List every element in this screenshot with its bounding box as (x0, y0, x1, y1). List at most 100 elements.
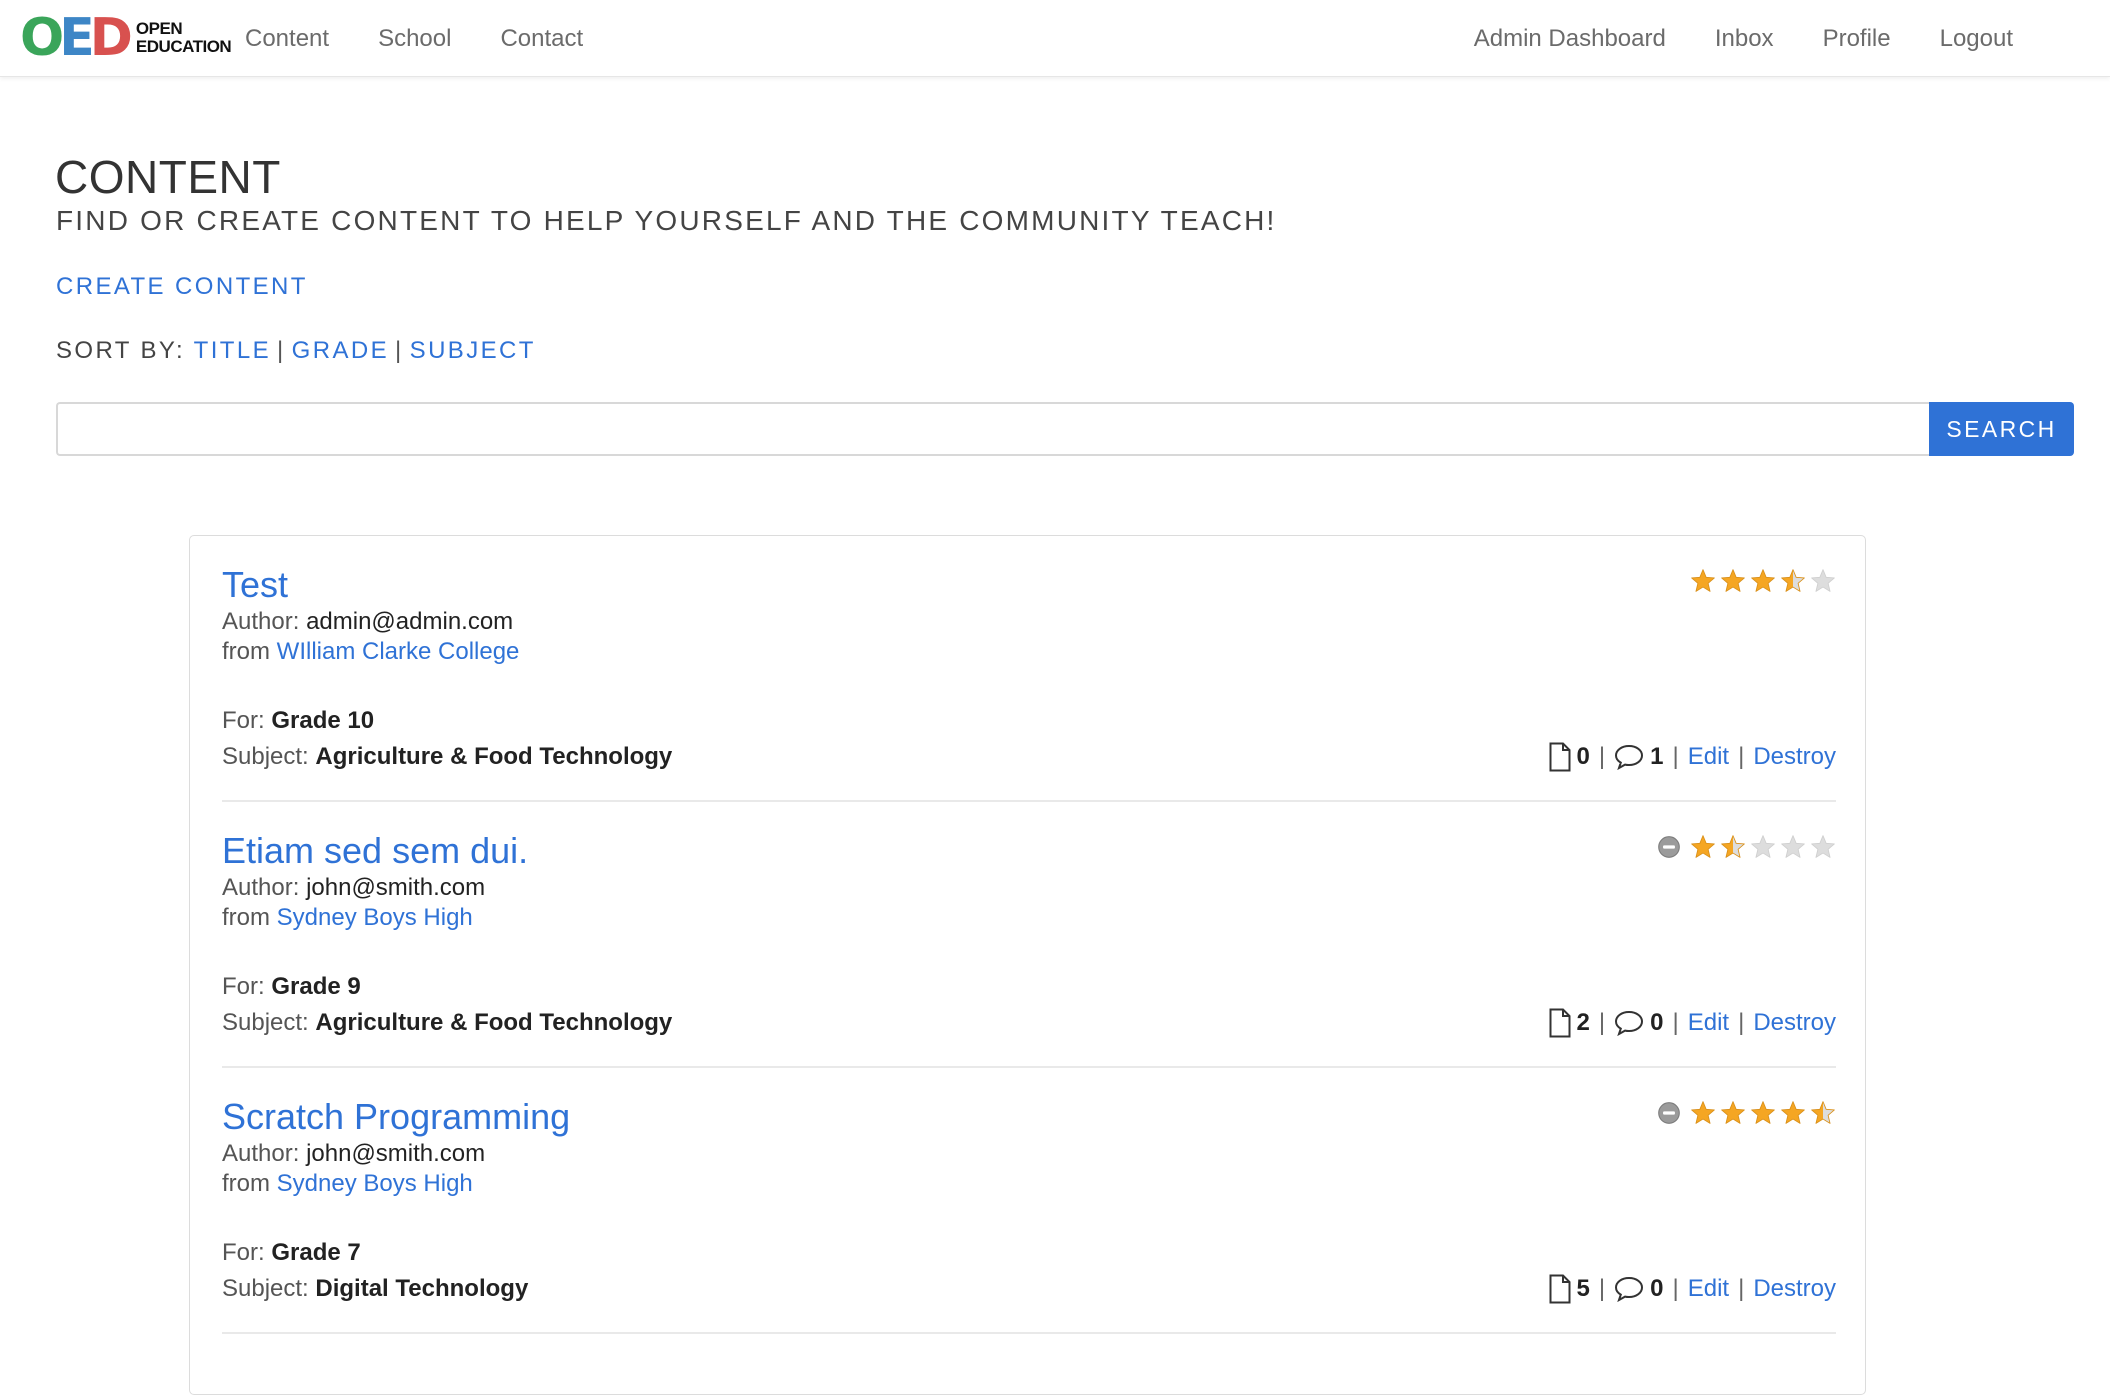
rating-cancel-icon[interactable] (1656, 834, 1682, 860)
subject-value: Agriculture & Food Technology (315, 1009, 673, 1036)
file-icon (1549, 742, 1571, 772)
grade-value: Grade 10 (271, 707, 375, 734)
page-subtitle: FIND OR CREATE CONTENT TO HELP YOURSELF … (56, 205, 1277, 236)
create-content-link[interactable]: CREATE CONTENT (56, 273, 308, 301)
school-link[interactable]: Sydney Boys High (277, 1170, 473, 1197)
comment-count: 1 (1650, 743, 1664, 770)
star-filled-icon[interactable] (1690, 1100, 1716, 1126)
author-email: john@smith.com (306, 874, 486, 901)
star-empty-icon[interactable] (1780, 834, 1806, 860)
nav-link-logout[interactable]: Logout (1940, 25, 2013, 53)
author-label: Author: (222, 1140, 300, 1167)
star-filled-icon[interactable] (1720, 1100, 1746, 1126)
logo-line-1: OPEN (135, 19, 183, 38)
nav-link-inbox[interactable]: Inbox (1715, 25, 1774, 53)
for-label: For: (222, 973, 265, 1000)
brand-logo[interactable]: OED OPEN EDUCATION (20, 12, 232, 64)
action-separator: | (1598, 743, 1606, 770)
edit-link[interactable]: Edit (1688, 1009, 1729, 1037)
search-input[interactable] (56, 402, 1930, 456)
sort-by-title-link[interactable]: TITLE (194, 337, 271, 364)
star-filled-icon[interactable] (1720, 568, 1746, 594)
nav-user: Admin Dashboard Inbox Profile Logout (1425, 0, 2013, 77)
star-filled-icon[interactable] (1750, 1100, 1776, 1126)
for-label: For: (222, 1239, 265, 1266)
sort-by-subject-link[interactable]: SUBJECT (410, 337, 536, 364)
subject-value: Agriculture & Food Technology (315, 743, 673, 770)
item-divider (222, 1332, 1836, 1334)
author-email: john@smith.com (306, 1140, 486, 1167)
page-title: CONTENT (55, 151, 281, 203)
nav-link-contact[interactable]: Contact (500, 25, 583, 53)
content-title-link[interactable]: Scratch Programming (222, 1096, 570, 1138)
subject-line: Subject: Agriculture & Food Technology (222, 1009, 672, 1037)
author-email: admin@admin.com (306, 608, 514, 635)
content-list: Test Author: admin@admin.com from WIllia… (189, 535, 1866, 1395)
from-label: from (222, 638, 270, 665)
grade-value: Grade 7 (271, 1239, 361, 1266)
action-separator: | (1738, 743, 1745, 770)
content-item: Etiam sed sem dui. Author: john@smith.co… (222, 802, 1836, 1068)
action-separator: | (1738, 1009, 1745, 1036)
subject-line: Subject: Agriculture & Food Technology (222, 743, 672, 771)
star-empty-icon[interactable] (1810, 568, 1836, 594)
logo-letter-o: O (20, 8, 64, 68)
subject-line: Subject: Digital Technology (222, 1275, 528, 1303)
school-line: from Sydney Boys High (222, 904, 473, 932)
star-filled-icon[interactable] (1690, 834, 1716, 860)
action-separator: | (1738, 1275, 1745, 1302)
star-half-icon[interactable] (1720, 834, 1746, 860)
navbar: OED OPEN EDUCATION Content School Contac… (0, 0, 2110, 77)
nav-link-admin-dashboard[interactable]: Admin Dashboard (1474, 25, 1666, 53)
sort-label: SORT BY: (56, 337, 186, 364)
subject-value: Digital Technology (315, 1275, 529, 1302)
school-line: from Sydney Boys High (222, 1170, 473, 1198)
file-icon (1549, 1008, 1571, 1038)
star-filled-icon[interactable] (1690, 568, 1716, 594)
star-half-icon[interactable] (1810, 1100, 1836, 1126)
edit-link[interactable]: Edit (1688, 743, 1729, 771)
comment-icon (1614, 1276, 1644, 1302)
grade-line: For: Grade 9 (222, 973, 361, 1001)
nav-main: Content School Contact (245, 0, 632, 77)
star-rating[interactable] (1686, 568, 1836, 594)
star-filled-icon[interactable] (1780, 1100, 1806, 1126)
star-half-icon[interactable] (1780, 568, 1806, 594)
rating-cancel-icon[interactable] (1656, 1100, 1682, 1126)
for-label: For: (222, 707, 265, 734)
star-empty-icon[interactable] (1810, 834, 1836, 860)
author-label: Author: (222, 874, 300, 901)
action-separator: | (1598, 1275, 1606, 1302)
star-empty-icon[interactable] (1750, 834, 1776, 860)
comment-icon (1614, 1010, 1644, 1036)
grade-line: For: Grade 10 (222, 707, 374, 735)
nav-link-profile[interactable]: Profile (1823, 25, 1891, 53)
sort-separator: | (395, 337, 404, 364)
subject-label: Subject: (222, 1275, 309, 1302)
logo-letter-e: E (59, 8, 94, 68)
action-separator: | (1672, 743, 1679, 770)
from-label: from (222, 1170, 270, 1197)
content-item: Scratch Programming Author: john@smith.c… (222, 1068, 1836, 1334)
action-separator: | (1672, 1009, 1679, 1036)
sort-by-grade-link[interactable]: GRADE (292, 337, 389, 364)
destroy-link[interactable]: Destroy (1753, 1275, 1836, 1303)
subject-label: Subject: (222, 1009, 309, 1036)
logo-text: OPEN EDUCATION (135, 19, 232, 56)
edit-link[interactable]: Edit (1688, 1275, 1729, 1303)
content-title-link[interactable]: Etiam sed sem dui. (222, 830, 528, 872)
destroy-link[interactable]: Destroy (1753, 743, 1836, 771)
school-link[interactable]: Sydney Boys High (277, 904, 473, 931)
search-button[interactable]: SEARCH (1929, 402, 2074, 456)
star-rating[interactable] (1652, 1100, 1836, 1126)
destroy-link[interactable]: Destroy (1753, 1009, 1836, 1037)
action-separator: | (1672, 1275, 1679, 1302)
file-count: 0 (1576, 743, 1590, 770)
star-rating[interactable] (1652, 834, 1836, 860)
star-filled-icon[interactable] (1750, 568, 1776, 594)
comment-icon (1614, 744, 1644, 770)
content-title-link[interactable]: Test (222, 564, 288, 606)
school-link[interactable]: WIlliam Clarke College (277, 638, 520, 665)
nav-link-content[interactable]: Content (245, 25, 329, 53)
nav-link-school[interactable]: School (378, 25, 451, 53)
